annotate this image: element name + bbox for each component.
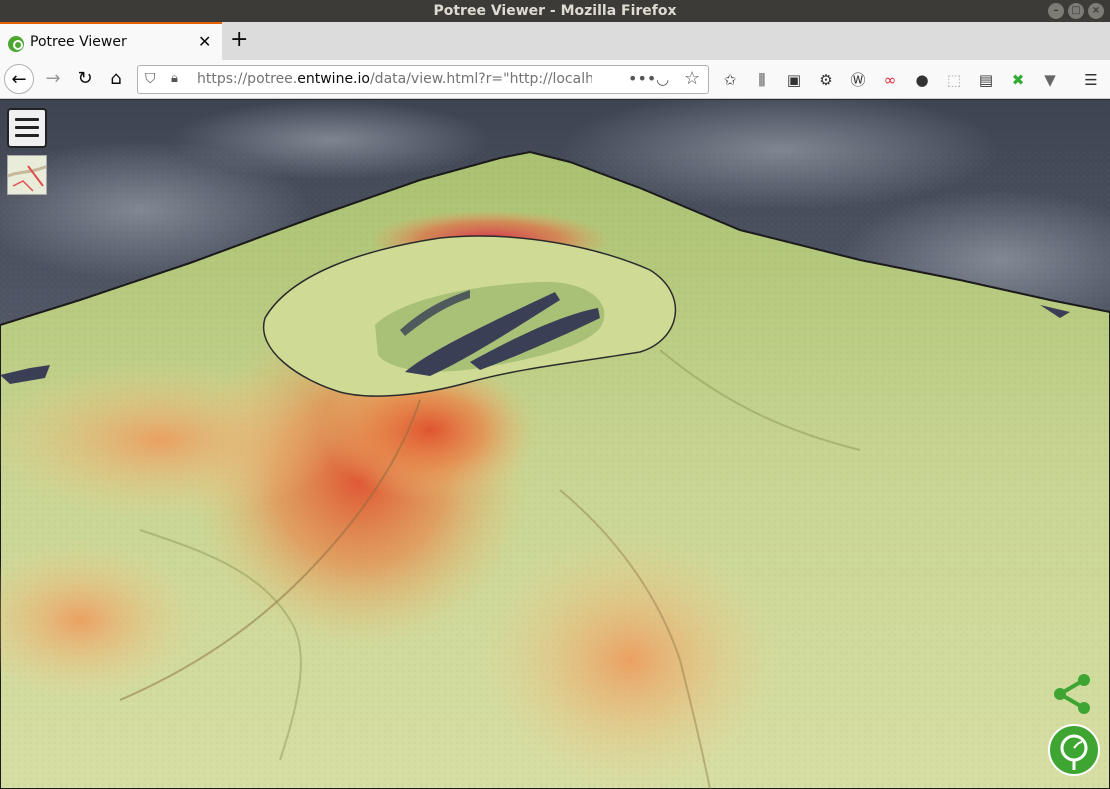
screenshot-icon[interactable]: ⬚ — [943, 69, 965, 91]
page-actions-icon[interactable]: ••• — [628, 69, 656, 88]
window-title: Potree Viewer - Mozilla Firefox — [433, 3, 677, 19]
tab-close-icon[interactable]: ✕ — [198, 32, 211, 51]
library-icon[interactable]: ⫼ — [751, 69, 773, 91]
tracking-shield-icon[interactable]: ⛉ — [145, 71, 156, 87]
selenium-icon[interactable]: ▤ — [975, 69, 997, 91]
close-window-button[interactable]: × — [1088, 3, 1104, 19]
potree-favicon-icon — [8, 36, 24, 52]
account-icon[interactable]: ● — [911, 69, 933, 91]
potree-logo-icon[interactable] — [1048, 724, 1100, 776]
point-cloud-render — [0, 100, 1110, 789]
sidebar-icon[interactable]: ▣ — [783, 69, 805, 91]
bookmark-star-icon[interactable]: ☆ — [684, 68, 700, 89]
window-titlebar: Potree Viewer - Mozilla Firefox – □ × — [0, 0, 1110, 22]
maximize-button[interactable]: □ — [1068, 3, 1084, 19]
pocket-icon[interactable]: ◡ — [656, 70, 669, 88]
navigation-toolbar: ← → ↻ ⌂ ⛉ 🔒︎ https://potree.entwine.io/d… — [0, 60, 1110, 99]
hamburger-menu-icon[interactable]: ☰ — [1080, 69, 1102, 91]
home-button[interactable]: ⌂ — [101, 64, 131, 94]
sidebar-menu-button[interactable] — [7, 108, 47, 148]
reading-list-icon[interactable]: ✩ — [719, 69, 741, 91]
url-text[interactable]: https://potree.entwine.io/data/view.html… — [197, 71, 592, 87]
lock-icon[interactable]: 🔒︎ — [171, 71, 178, 86]
tab-title: Potree Viewer — [30, 34, 127, 50]
back-button[interactable]: ← — [4, 64, 34, 94]
tab-potree-viewer[interactable]: Potree Viewer ✕ — [0, 22, 222, 60]
point-cloud-viewport[interactable] — [0, 100, 1110, 789]
minimize-button[interactable]: – — [1048, 3, 1064, 19]
colorzilla-icon[interactable]: ∞ — [879, 69, 901, 91]
reload-button[interactable]: ↻ — [70, 64, 100, 94]
minimap[interactable] — [7, 155, 47, 195]
vue-icon[interactable]: ▼ — [1039, 69, 1061, 91]
new-tab-button[interactable]: + — [230, 27, 248, 52]
forward-button[interactable]: → — [38, 64, 68, 94]
wappalyzer-icon[interactable]: Ⓦ — [847, 69, 869, 91]
url-bar[interactable]: ⛉ 🔒︎ https://potree.entwine.io/data/view… — [137, 65, 709, 94]
tab-strip: Potree Viewer ✕ + — [0, 22, 1110, 60]
x-extension-icon[interactable]: ✖ — [1007, 69, 1029, 91]
share-icon[interactable] — [1052, 672, 1092, 716]
extension-icon[interactable]: ⚙ — [815, 69, 837, 91]
